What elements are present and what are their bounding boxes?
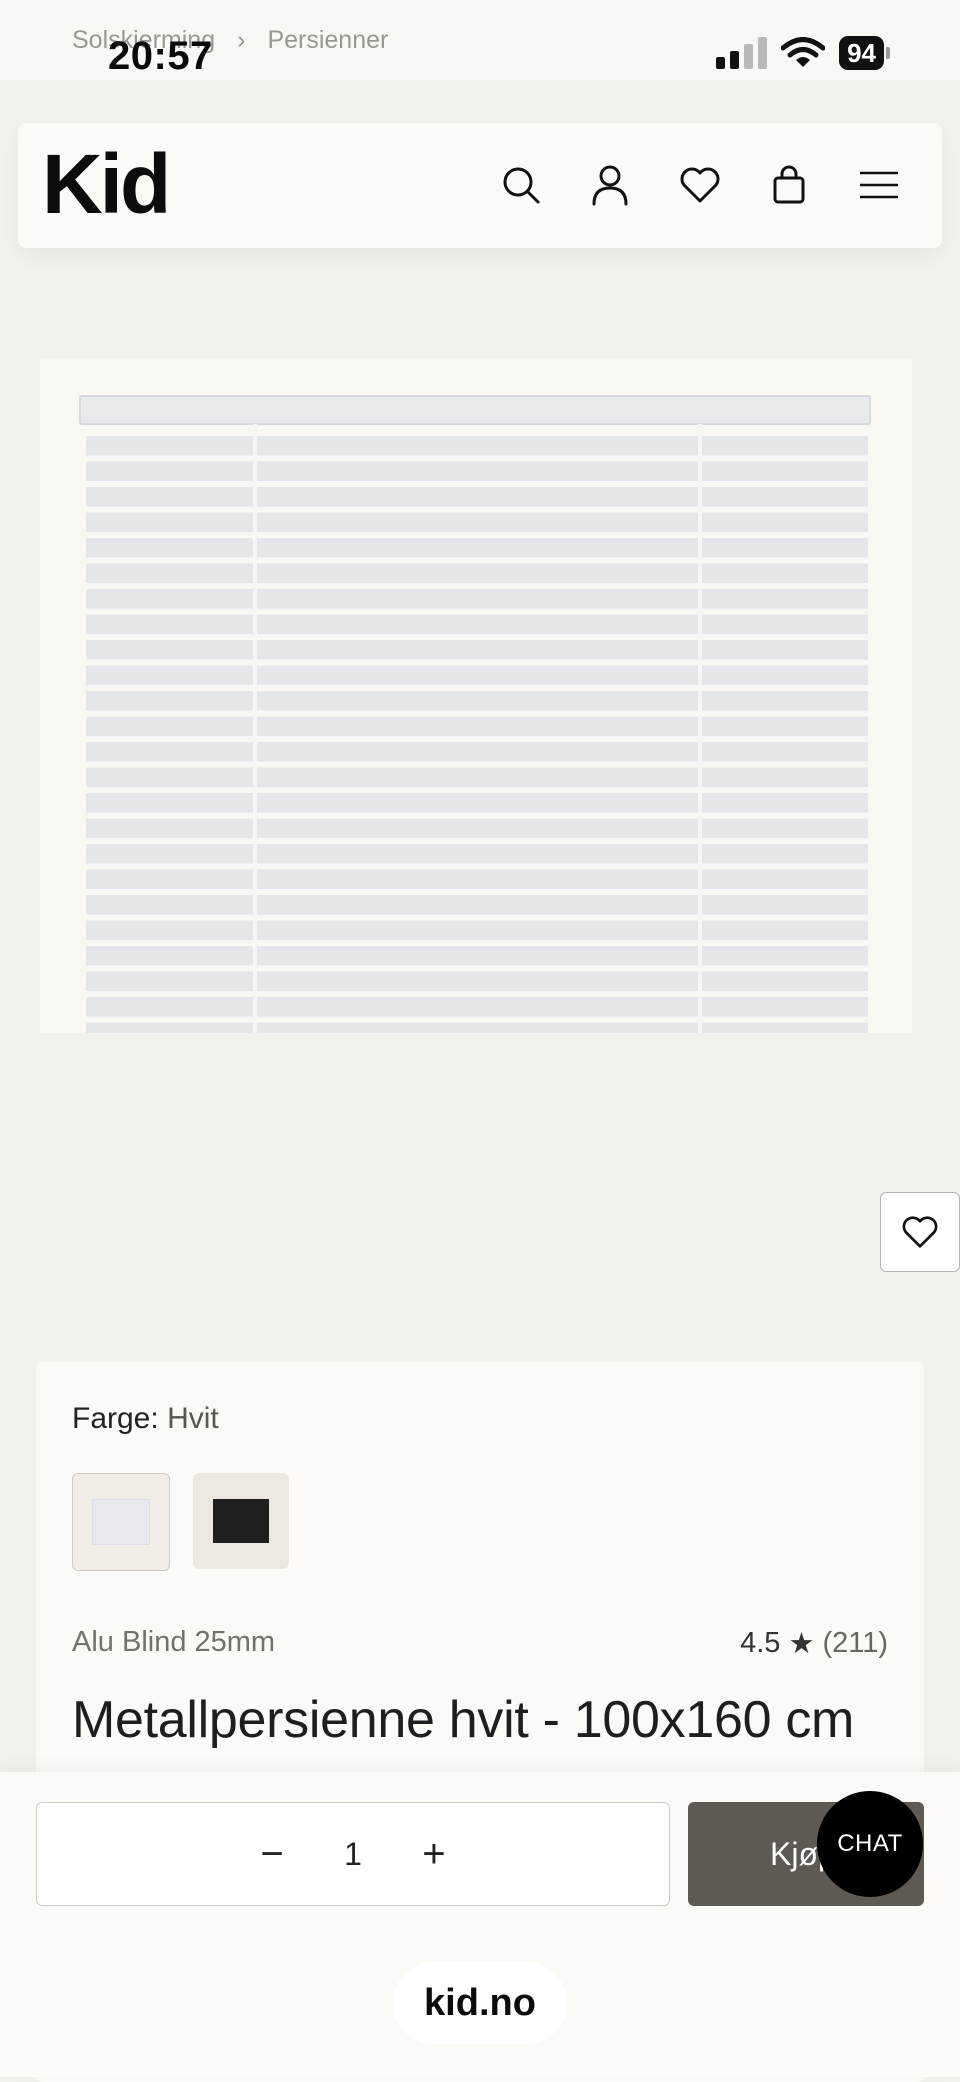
product-title: Metallpersienne hvit - 100x160 cm bbox=[72, 1691, 855, 1749]
quantity-value[interactable]: 1 bbox=[344, 1836, 362, 1873]
browser-url-pill[interactable]: kid.no bbox=[393, 1962, 567, 2044]
battery-icon: 94 bbox=[839, 36, 890, 70]
add-to-wishlist-button[interactable] bbox=[880, 1192, 960, 1272]
color-swatch-white[interactable] bbox=[72, 1473, 170, 1571]
review-count: (211) bbox=[822, 1627, 888, 1659]
status-time: 20:57 bbox=[108, 34, 213, 78]
shopping-bag-icon[interactable] bbox=[764, 160, 814, 210]
breadcrumb-separator: › bbox=[237, 26, 246, 54]
increase-quantity-button[interactable]: + bbox=[414, 1832, 454, 1877]
star-icon: ★ bbox=[788, 1628, 815, 1660]
quantity-stepper: − 1 + bbox=[36, 1802, 670, 1906]
chat-label: CHAT bbox=[837, 1830, 903, 1857]
breadcrumb-item-persienner[interactable]: Persienner bbox=[267, 26, 388, 55]
search-icon[interactable] bbox=[496, 160, 546, 210]
color-selector-label: Farge: Hvit bbox=[72, 1402, 219, 1436]
decrease-quantity-button[interactable]: − bbox=[252, 1832, 292, 1877]
product-rating[interactable]: 4.5 ★ (211) bbox=[740, 1626, 888, 1661]
color-label: Farge: bbox=[72, 1402, 159, 1435]
color-value: Hvit bbox=[167, 1402, 219, 1435]
wishlist-heart-icon[interactable] bbox=[675, 160, 725, 210]
blinds-illustration bbox=[79, 395, 871, 1045]
color-swatch-black[interactable] bbox=[193, 1473, 289, 1569]
product-subtitle: Alu Blind 25mm bbox=[72, 1626, 276, 1658]
kid-logo[interactable]: Kid bbox=[42, 136, 171, 233]
heart-icon bbox=[902, 1216, 938, 1248]
battery-level: 94 bbox=[839, 36, 884, 70]
url-text: kid.no bbox=[424, 1981, 536, 2024]
wifi-icon bbox=[781, 37, 826, 67]
chat-button[interactable]: CHAT bbox=[817, 1791, 923, 1897]
status-icons: 94 bbox=[716, 36, 890, 70]
cellular-signal-icon bbox=[716, 37, 768, 69]
rating-value: 4.5 bbox=[740, 1627, 781, 1659]
product-image[interactable] bbox=[40, 358, 912, 1045]
account-icon[interactable] bbox=[585, 160, 635, 210]
menu-icon[interactable] bbox=[854, 160, 904, 210]
